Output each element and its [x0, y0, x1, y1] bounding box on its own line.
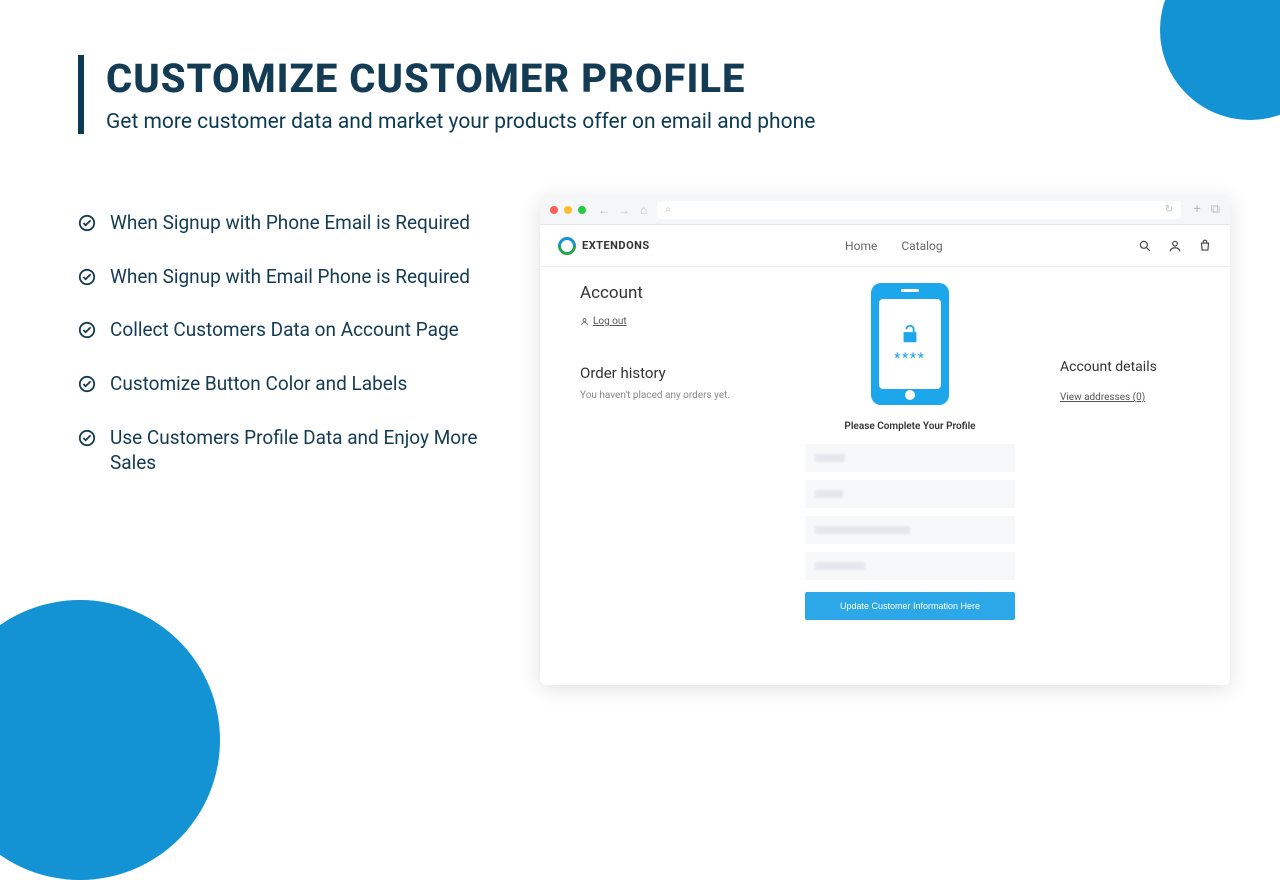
minimize-dot-icon[interactable]	[564, 206, 572, 214]
user-icon[interactable]	[1168, 239, 1182, 253]
traffic-lights	[550, 206, 586, 214]
password-stars: ****	[894, 351, 926, 366]
site-logo[interactable]: EXTENDONS	[558, 237, 650, 255]
forward-arrow-icon[interactable]: →	[618, 203, 630, 217]
update-info-button[interactable]: Update Customer Information Here	[805, 592, 1015, 620]
close-dot-icon[interactable]	[550, 206, 558, 214]
site-header: EXTENDONS Home Catalog	[540, 225, 1230, 267]
unlock-icon	[899, 323, 921, 345]
user-icon	[580, 317, 589, 326]
phone-home-button	[905, 390, 915, 400]
phone-screen: ****	[879, 299, 941, 389]
account-left-column: Account Log out Order history You haven'…	[580, 283, 760, 685]
nav-catalog[interactable]: Catalog	[901, 239, 942, 253]
bullet-text: When Signup with Email Phone is Required	[110, 264, 470, 290]
bullet-text: Customize Button Color and Labels	[110, 371, 407, 397]
check-circle-icon	[78, 321, 96, 339]
nav-arrows: ← →	[598, 203, 630, 217]
order-empty-text: You haven't placed any orders yet.	[580, 390, 760, 401]
check-circle-icon	[78, 375, 96, 393]
bullet-item: When Signup with Email Phone is Required	[78, 264, 488, 290]
header-block: Customize Customer Profile Get more cust…	[78, 55, 815, 134]
page-body: Account Log out Order history You haven'…	[540, 267, 1230, 685]
copy-icon[interactable]: ⧉	[1211, 202, 1220, 217]
account-title: Account	[580, 283, 760, 303]
cart-icon[interactable]	[1198, 239, 1212, 253]
logo-icon	[554, 233, 579, 258]
maximize-dot-icon[interactable]	[578, 206, 586, 214]
search-icon[interactable]	[1138, 239, 1152, 253]
feature-bullets: When Signup with Phone Email is Required…	[78, 210, 488, 504]
complete-profile-label: Please Complete Your Profile	[844, 421, 975, 432]
plus-icon[interactable]: +	[1193, 202, 1200, 217]
logout-link[interactable]: Log out	[580, 316, 627, 327]
account-right-column: Account details View addresses (0)	[1060, 283, 1200, 685]
order-history-title: Order history	[580, 364, 760, 382]
back-arrow-icon[interactable]: ←	[598, 203, 610, 217]
url-bar[interactable]: ⌕ ↻	[657, 201, 1181, 219]
bullet-item: Customize Button Color and Labels	[78, 371, 488, 397]
profile-field-3[interactable]	[805, 516, 1015, 544]
page-title: Customize Customer Profile	[106, 55, 815, 102]
profile-field-4[interactable]	[805, 552, 1015, 580]
home-icon[interactable]: ⌂	[640, 203, 647, 217]
logo-text: EXTENDONS	[582, 239, 650, 252]
bullet-item: When Signup with Phone Email is Required	[78, 210, 488, 236]
bullet-item: Use Customers Profile Data and Enjoy Mor…	[78, 425, 488, 476]
bullet-text: Use Customers Profile Data and Enjoy Mor…	[110, 425, 488, 476]
browser-toolbar: ← → ⌂ ⌕ ↻ + ⧉	[540, 195, 1230, 225]
search-icon: ⌕	[665, 204, 671, 215]
browser-mockup: ← → ⌂ ⌕ ↻ + ⧉ EXTENDONS Home Catalog Acc	[540, 195, 1230, 685]
profile-form-column: **** Please Complete Your Profile Update…	[760, 283, 1060, 685]
page-subtitle: Get more customer data and market your p…	[106, 110, 815, 134]
phone-illustration: ****	[871, 283, 949, 405]
account-details-title: Account details	[1060, 359, 1200, 375]
refresh-icon[interactable]: ↻	[1165, 204, 1173, 215]
check-circle-icon	[78, 268, 96, 286]
check-circle-icon	[78, 429, 96, 447]
view-addresses-link[interactable]: View addresses (0)	[1060, 392, 1145, 403]
bullet-text: Collect Customers Data on Account Page	[110, 317, 459, 343]
logout-label: Log out	[593, 316, 627, 327]
decorative-corner-bottom-left	[0, 600, 220, 880]
check-circle-icon	[78, 214, 96, 232]
nav-home[interactable]: Home	[845, 239, 877, 253]
profile-field-1[interactable]	[805, 444, 1015, 472]
bullet-text: When Signup with Phone Email is Required	[110, 210, 470, 236]
decorative-corner-top-right	[1160, 0, 1280, 120]
profile-field-2[interactable]	[805, 480, 1015, 508]
bullet-item: Collect Customers Data on Account Page	[78, 317, 488, 343]
phone-notch	[901, 289, 919, 292]
